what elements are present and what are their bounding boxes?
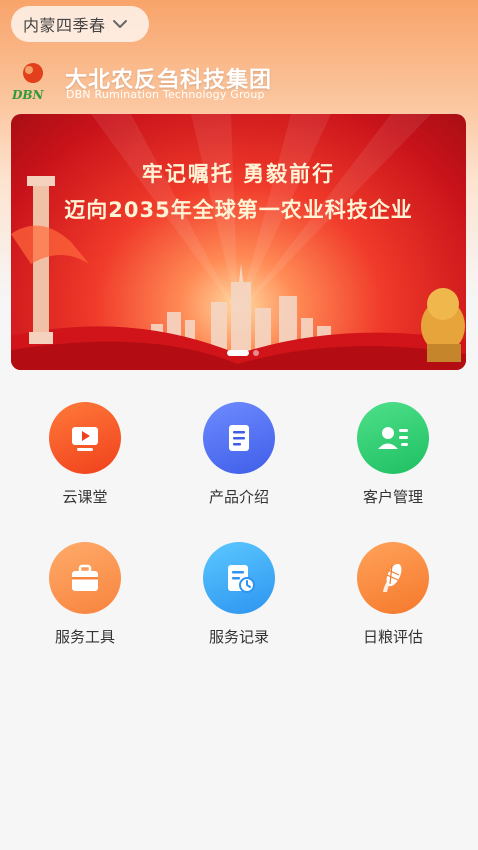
brand-header: DBN 大北农反刍科技集团 DBN Rumination Technology … bbox=[11, 62, 311, 102]
feature-label: 客户管理 bbox=[362, 488, 423, 506]
feature-label: 日粮评估 bbox=[362, 628, 423, 646]
carousel-indicator bbox=[227, 350, 259, 356]
banner-illustration bbox=[11, 114, 466, 370]
brand-subtitle: DBN Rumination Technology Group bbox=[66, 88, 265, 101]
carousel-dot[interactable] bbox=[253, 350, 259, 356]
promo-banner[interactable]: 牢记嘱托 勇毅前行 迈向2035年全球第一农业科技企业 bbox=[11, 114, 466, 370]
record-clock-icon bbox=[203, 542, 275, 614]
company-logo: DBN bbox=[11, 63, 45, 102]
feature-label: 云课堂 bbox=[62, 488, 108, 506]
document-icon bbox=[203, 402, 275, 474]
carousel-dot-active[interactable] bbox=[227, 350, 249, 356]
feature-label: 服务工具 bbox=[54, 628, 115, 646]
feature-service-tools[interactable]: 服务工具 bbox=[8, 542, 162, 652]
lion-statue-icon bbox=[421, 288, 465, 362]
region-label: 内蒙四季春 bbox=[23, 16, 106, 35]
feature-service-records[interactable]: 服务记录 bbox=[162, 542, 316, 652]
feature-ration-evaluation[interactable]: 日粮评估 bbox=[316, 542, 470, 652]
video-lesson-icon bbox=[49, 402, 121, 474]
logo-text: DBN bbox=[11, 88, 45, 102]
region-selector[interactable]: 内蒙四季春 bbox=[11, 6, 149, 42]
feature-product-intro[interactable]: 产品介绍 bbox=[162, 402, 316, 512]
banner-slogan: 迈向2035年全球第一农业科技企业 bbox=[64, 198, 413, 222]
feature-label: 产品介绍 bbox=[208, 488, 269, 506]
banner-headline: 牢记嘱托 勇毅前行 bbox=[141, 162, 336, 186]
chevron-down-icon bbox=[112, 20, 127, 28]
feature-cloud-classroom[interactable]: 云课堂 bbox=[8, 402, 162, 512]
feature-customer-management[interactable]: 客户管理 bbox=[316, 402, 470, 512]
corn-icon bbox=[357, 542, 429, 614]
feature-label: 服务记录 bbox=[208, 628, 269, 646]
contact-card-icon bbox=[357, 402, 429, 474]
toolbox-icon bbox=[49, 542, 121, 614]
feature-grid: 云课堂 产品介绍 客户管理 服务工具 服务记录 日粮评估 bbox=[0, 402, 478, 652]
